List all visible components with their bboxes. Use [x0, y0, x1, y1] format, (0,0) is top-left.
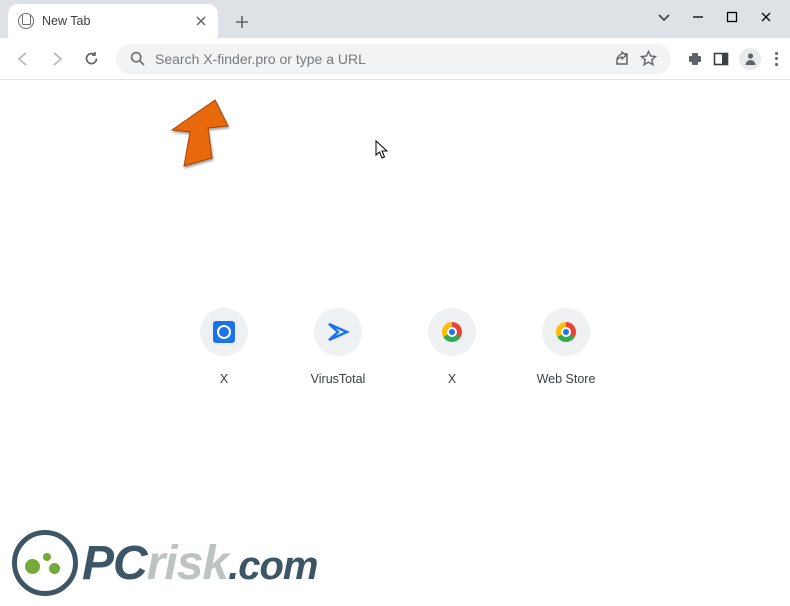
close-tab-icon[interactable]	[194, 14, 208, 28]
shortcut-tile[interactable]: VirusTotal	[298, 308, 378, 386]
shortcut-label: X	[220, 372, 228, 386]
bookmark-star-icon[interactable]	[640, 50, 657, 67]
search-tabs-icon[interactable]	[658, 11, 670, 23]
shortcut-icon	[542, 308, 590, 356]
profile-avatar[interactable]	[739, 48, 761, 70]
tab-title: New Tab	[42, 14, 186, 28]
watermark-badge-icon	[12, 530, 78, 596]
side-panel-icon[interactable]	[713, 51, 729, 67]
toolbar-right	[687, 48, 782, 70]
shortcut-icon	[314, 308, 362, 356]
shortcut-icon	[200, 308, 248, 356]
page-content: X VirusTotal X Web Store PCrisk.com	[0, 80, 790, 606]
browser-tab[interactable]: New Tab	[8, 4, 218, 38]
watermark-text: PCrisk.com	[82, 536, 317, 591]
extensions-icon[interactable]	[687, 51, 703, 67]
annotation-arrow	[170, 98, 240, 178]
address-bar-placeholder: Search X-finder.pro or type a URL	[155, 51, 604, 67]
toolbar: Search X-finder.pro or type a URL	[0, 38, 790, 80]
search-icon	[130, 51, 145, 66]
shortcut-label: VirusTotal	[311, 372, 366, 386]
shortcut-tile[interactable]: X	[412, 308, 492, 386]
forward-button[interactable]	[42, 44, 72, 74]
omnibox-actions	[614, 50, 657, 67]
address-bar[interactable]: Search X-finder.pro or type a URL	[116, 44, 671, 74]
back-button[interactable]	[8, 44, 38, 74]
shortcut-icon	[428, 308, 476, 356]
cursor-icon	[375, 140, 391, 160]
reload-button[interactable]	[76, 44, 106, 74]
globe-icon	[18, 13, 34, 29]
window-controls	[658, 0, 790, 34]
minimize-button[interactable]	[692, 11, 704, 23]
shortcut-tile[interactable]: X	[184, 308, 264, 386]
close-window-button[interactable]	[760, 11, 772, 23]
watermark: PCrisk.com	[12, 530, 317, 596]
shortcut-label: Web Store	[537, 372, 596, 386]
shortcuts-row: X VirusTotal X Web Store	[184, 308, 606, 386]
menu-icon[interactable]	[771, 48, 782, 70]
share-icon[interactable]	[614, 51, 630, 67]
new-tab-button[interactable]	[228, 8, 256, 36]
maximize-button[interactable]	[726, 11, 738, 23]
shortcut-label: X	[448, 372, 456, 386]
shortcut-tile[interactable]: Web Store	[526, 308, 606, 386]
